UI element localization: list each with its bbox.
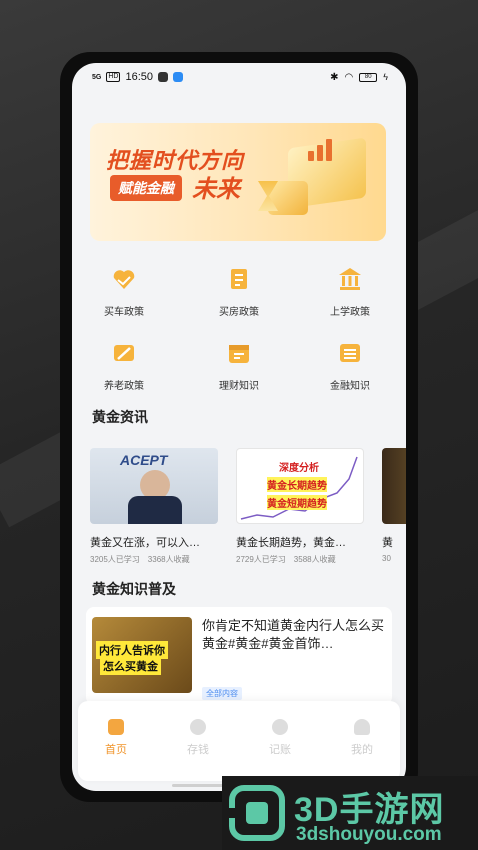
flag-icon [110,339,138,367]
battery-icon: 80 [359,72,378,82]
category-label: 买房政策 [219,307,259,318]
app-notification-icon [158,72,168,82]
category-car-policy[interactable]: 买车政策 [84,265,164,318]
banner-subline: 未来 [192,176,240,203]
category-housing-policy[interactable]: 买房政策 [199,265,279,318]
category-finance-knowledge[interactable]: 理财知识 [199,339,279,392]
wifi-icon: ◠ [344,71,354,83]
category-label: 上学政策 [330,307,370,318]
knowledge-tag: 全部内容 [202,687,242,700]
tab-savings[interactable]: 存钱 [168,719,228,757]
news-carousel[interactable]: ACEPT 黄金又在涨，可以入… 3205人已学习 3368人收藏 深度分析 黄金… [90,448,406,568]
category-school-policy[interactable]: 上学政策 [310,265,390,318]
learner-count: 3205人已学习 [90,555,140,564]
news-section-title: 黄金资讯 [92,409,148,425]
list-icon [336,339,364,367]
banner-tag: 赋能金融 [110,175,182,201]
news-card-title: 黄 [382,537,393,549]
category-label: 理财知识 [219,381,259,392]
calendar-icon [225,339,253,367]
category-financial-literacy[interactable]: 金融知识 [310,339,390,392]
knowledge-section-title: 黄金知识普及 [92,581,176,597]
thumb-line: 深度分析 [279,463,319,474]
watermark-logo-icon [226,785,285,841]
status-bar: 5G HD 16:50 ✱ ◠ 80 ϟ [72,63,406,91]
home-icon [108,719,124,735]
news-card[interactable]: 黄 30 [382,448,406,563]
tab-label: 我的 [351,744,373,756]
bar-chart-illustration [308,139,332,161]
status-time: 16:50 [125,71,153,83]
thumb-caption: 怎么买黄金 [100,657,161,675]
signal-icon: 5G [92,73,102,81]
watermark: 3D手游网 3dshouyou.com [222,776,478,850]
app-screen: 5G HD 16:50 ✱ ◠ 80 ϟ 把握时代方向 赋能金融 未来 买车政策 [72,63,406,791]
save-count: 3588人收藏 [293,555,336,564]
tab-bookkeeping[interactable]: 记账 [250,719,310,757]
knowledge-thumbnail: 内行人告诉你 怎么买黄金 [92,617,192,693]
news-card-title: 黄金又在涨，可以入… [90,537,200,549]
knowledge-title: 你肯定不知道黄金内行人怎么买黄金#黄金#黄金首饰… [202,618,385,651]
speaker-suit [128,496,182,524]
knowledge-card[interactable]: 内行人告诉你 怎么买黄金 你肯定不知道黄金内行人怎么买黄金#黄金#黄金首饰… 全… [86,607,392,705]
tab-home[interactable]: 首页 [86,719,146,757]
document-icon [225,265,253,293]
save-count: 3368人收藏 [147,555,190,564]
news-thumbnail [382,448,406,524]
news-card-title: 黄金长期趋势，黄金… [236,537,346,549]
pie-chart-icon [190,719,206,735]
thumb-line: 黄金长期趋势 [267,477,327,492]
money-bag-icon [272,719,288,735]
learner-count: 30 [382,554,391,563]
heart-hand-icon [110,265,138,293]
person-icon [354,719,370,735]
promo-banner[interactable]: 把握时代方向 赋能金融 未来 [90,123,386,241]
tab-label: 记账 [269,744,291,756]
category-label: 买车政策 [104,307,144,318]
tab-profile[interactable]: 我的 [332,719,392,757]
news-card[interactable]: ACEPT 黄金又在涨，可以入… 3205人已学习 3368人收藏 [90,448,218,565]
category-pension-policy[interactable]: 养老政策 [84,339,164,392]
hd-badge: HD [106,72,121,82]
thumb-line: 黄金短期趋势 [267,495,327,510]
bottom-tab-bar: 首页 存钱 记账 我的 [78,701,400,781]
news-thumbnail: 深度分析 黄金长期趋势 黄金短期趋势 [236,448,364,524]
tab-label: 首页 [105,744,127,756]
thumb-logo-text: ACEPT [120,452,168,468]
category-label: 养老政策 [104,381,144,392]
news-thumbnail: ACEPT [90,448,218,524]
tab-label: 存钱 [187,744,209,756]
news-card[interactable]: 深度分析 黄金长期趋势 黄金短期趋势 黄金长期趋势，黄金… 2729人已学习 35… [236,448,364,565]
watermark-url: 3dshouyou.com [296,824,442,845]
bank-icon [336,265,364,293]
category-label: 金融知识 [330,381,370,392]
charging-icon: ϟ [383,72,388,82]
app-notification-icon [173,72,183,82]
bluetooth-icon: ✱ [330,71,339,83]
learner-count: 2729人已学习 [236,555,286,564]
